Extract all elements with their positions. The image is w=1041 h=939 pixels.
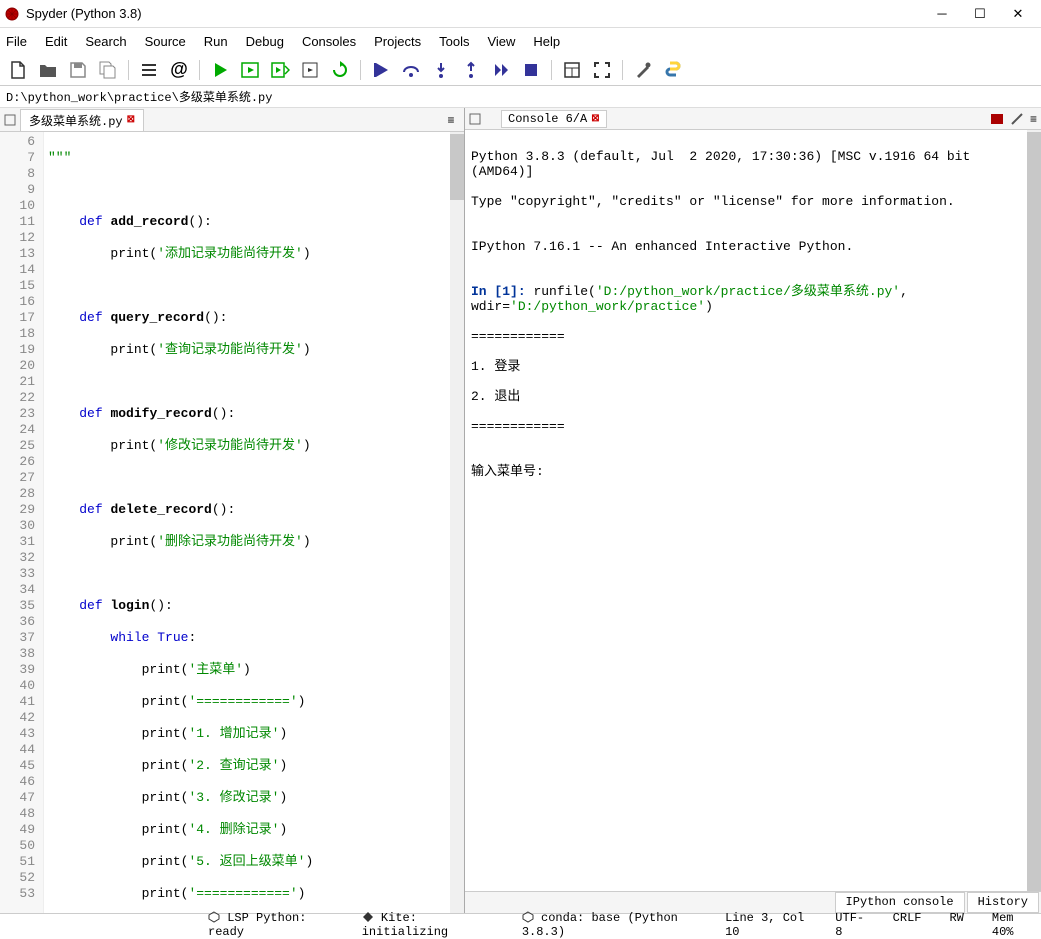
console-browse-icon[interactable] xyxy=(469,113,481,125)
code-editor[interactable]: 6789101112131415161718192021222324252627… xyxy=(0,132,464,913)
rerun-icon[interactable] xyxy=(328,58,352,82)
new-file-icon[interactable] xyxy=(6,58,30,82)
kite-status-icon xyxy=(362,911,374,923)
code-area[interactable]: """ def add_record(): print('添加记录功能尚待开发'… xyxy=(44,132,464,913)
console-scrollbar[interactable] xyxy=(1027,130,1041,891)
console-tool-icon-1[interactable] xyxy=(990,112,1004,126)
close-button[interactable]: ✕ xyxy=(999,2,1037,26)
toolbar: @ xyxy=(0,54,1041,86)
fullscreen-icon[interactable] xyxy=(590,58,614,82)
list-icon[interactable] xyxy=(137,58,161,82)
step-into-icon[interactable] xyxy=(429,58,453,82)
menu-help[interactable]: Help xyxy=(533,34,560,49)
editor-options-icon[interactable]: ≡ xyxy=(442,111,460,129)
debug-icon[interactable] xyxy=(369,58,393,82)
console-tab-label: Console 6/A xyxy=(508,112,587,126)
menu-tools[interactable]: Tools xyxy=(439,34,469,49)
titlebar: Spyder (Python 3.8) ─ ☐ ✕ xyxy=(0,0,1041,28)
line-number-gutter: 6789101112131415161718192021222324252627… xyxy=(0,132,44,913)
status-rw: RW xyxy=(949,911,963,939)
step-over-icon[interactable] xyxy=(399,58,423,82)
console-tab-close-icon[interactable]: ⊠ xyxy=(591,113,599,125)
spyder-app-icon xyxy=(4,6,20,22)
stop-icon[interactable] xyxy=(519,58,543,82)
menu-debug[interactable]: Debug xyxy=(246,34,284,49)
run-selection-icon[interactable] xyxy=(298,58,322,82)
lsp-status-icon xyxy=(208,911,220,923)
continue-icon[interactable] xyxy=(489,58,513,82)
run-icon[interactable] xyxy=(208,58,232,82)
save-icon[interactable] xyxy=(66,58,90,82)
status-kite: Kite: initializing xyxy=(362,911,448,939)
console-options-icon[interactable]: ≡ xyxy=(1030,112,1037,126)
maximize-button[interactable]: ☐ xyxy=(961,2,999,26)
editor-tabs: 多级菜单系统.py ⊠ ≡ xyxy=(0,108,464,132)
layout-icon[interactable] xyxy=(560,58,584,82)
tab-filename: 多级菜单系统.py xyxy=(29,112,123,129)
tab-close-icon[interactable]: ⊠ xyxy=(127,114,135,126)
console-output[interactable]: Python 3.8.3 (default, Jul 2 2020, 17:30… xyxy=(465,130,1041,891)
file-path: D:\python_work\practice\多级菜单系统.py xyxy=(6,88,272,105)
open-file-icon[interactable] xyxy=(36,58,60,82)
at-icon[interactable]: @ xyxy=(167,58,191,82)
preferences-icon[interactable] xyxy=(631,58,655,82)
editor-scrollbar[interactable] xyxy=(450,132,464,913)
status-lsp: LSP Python: ready xyxy=(208,911,306,939)
menu-consoles[interactable]: Consoles xyxy=(302,34,356,49)
conda-status-icon xyxy=(522,911,534,923)
editor-pane: 多级菜单系统.py ⊠ ≡ 67891011121314151617181920… xyxy=(0,108,465,913)
file-path-bar: D:\python_work\practice\多级菜单系统.py xyxy=(0,86,1041,108)
status-eol[interactable]: CRLF xyxy=(893,911,922,939)
menu-file[interactable]: File xyxy=(6,34,27,49)
menu-search[interactable]: Search xyxy=(85,34,126,49)
console-header: Console 6/A ⊠ ≡ xyxy=(465,108,1041,130)
menu-view[interactable]: View xyxy=(487,34,515,49)
menu-run[interactable]: Run xyxy=(204,34,228,49)
run-cell-advance-icon[interactable] xyxy=(268,58,292,82)
statusbar: LSP Python: ready Kite: initializing con… xyxy=(0,913,1041,935)
editor-tab-active[interactable]: 多级菜单系统.py ⊠ xyxy=(20,109,144,131)
menu-edit[interactable]: Edit xyxy=(45,34,67,49)
minimize-button[interactable]: ─ xyxy=(923,2,961,26)
console-pane: Console 6/A ⊠ ≡ Python 3.8.3 (default, J… xyxy=(465,108,1041,913)
menubar: File Edit Search Source Run Debug Consol… xyxy=(0,28,1041,54)
run-cell-icon[interactable] xyxy=(238,58,262,82)
status-conda: conda: base (Python 3.8.3) xyxy=(522,911,678,939)
browse-tabs-icon[interactable] xyxy=(4,114,16,126)
window-title: Spyder (Python 3.8) xyxy=(26,6,923,21)
save-all-icon[interactable] xyxy=(96,58,120,82)
status-cursor-pos: Line 3, Col 10 xyxy=(725,911,807,939)
console-input-prompt[interactable]: 输入菜单号: xyxy=(471,464,1035,479)
status-encoding[interactable]: UTF-8 xyxy=(835,911,864,939)
console-tab[interactable]: Console 6/A ⊠ xyxy=(501,110,607,128)
console-tool-icon-2[interactable] xyxy=(1010,112,1024,126)
menu-source[interactable]: Source xyxy=(145,34,186,49)
step-out-icon[interactable] xyxy=(459,58,483,82)
menu-projects[interactable]: Projects xyxy=(374,34,421,49)
python-path-icon[interactable] xyxy=(661,58,685,82)
status-memory: Mem 40% xyxy=(992,911,1033,939)
